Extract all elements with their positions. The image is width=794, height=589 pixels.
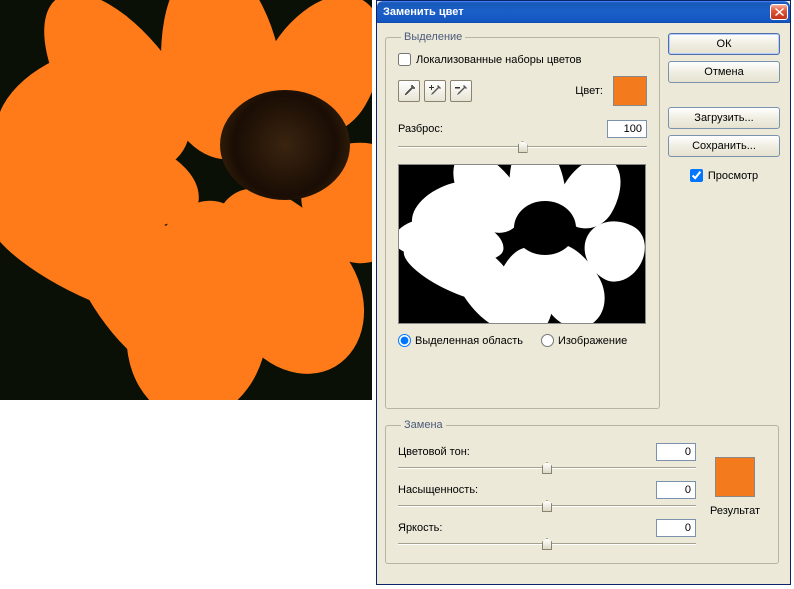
eyedropper-button[interactable]	[398, 80, 420, 102]
localized-colors-checkbox[interactable]	[398, 53, 411, 66]
hue-slider[interactable]	[398, 461, 696, 475]
eyedropper-plus-icon	[428, 84, 442, 98]
load-button[interactable]: Загрузить...	[668, 107, 780, 129]
radio-image-label: Изображение	[558, 335, 627, 347]
slider-thumb[interactable]	[542, 538, 552, 550]
hue-input[interactable]	[656, 443, 696, 461]
replace-color-dialog: Заменить цвет ОК Отмена Загрузить... Сох…	[376, 0, 791, 585]
dialog-title: Заменить цвет	[383, 6, 770, 18]
radio-selection-input[interactable]	[398, 334, 411, 347]
saturation-slider[interactable]	[398, 499, 696, 513]
selection-legend: Выделение	[401, 31, 465, 43]
eyedropper-add-button[interactable]	[424, 80, 446, 102]
result-color-swatch[interactable]	[715, 457, 755, 497]
background-photo	[0, 0, 372, 400]
selection-preview[interactable]	[398, 164, 646, 324]
save-button[interactable]: Сохранить...	[668, 135, 780, 157]
replace-fieldset: Замена Цветовой тон: Насыщенность:	[385, 419, 779, 564]
lightness-label: Яркость:	[398, 522, 498, 534]
radio-image[interactable]: Изображение	[541, 334, 627, 347]
preview-checkbox[interactable]	[690, 169, 703, 182]
dialog-button-column: ОК Отмена Загрузить... Сохранить... Прос…	[668, 33, 780, 182]
color-label: Цвет:	[575, 85, 603, 97]
ok-button[interactable]: ОК	[668, 33, 780, 55]
hue-label: Цветовой тон:	[398, 446, 498, 458]
result-label: Результат	[704, 505, 766, 517]
selected-color-swatch[interactable]	[613, 76, 647, 106]
eyedropper-subtract-button[interactable]	[450, 80, 472, 102]
radio-selection-label: Выделенная область	[415, 335, 523, 347]
replace-legend: Замена	[401, 419, 446, 431]
fuzziness-slider[interactable]	[398, 140, 647, 156]
saturation-input[interactable]	[656, 481, 696, 499]
localized-colors-label: Локализованные наборы цветов	[416, 54, 582, 66]
fuzziness-input[interactable]	[607, 120, 647, 138]
titlebar[interactable]: Заменить цвет	[377, 1, 790, 23]
cancel-button[interactable]: Отмена	[668, 61, 780, 83]
slider-thumb[interactable]	[518, 141, 528, 153]
slider-thumb[interactable]	[542, 500, 552, 512]
radio-image-input[interactable]	[541, 334, 554, 347]
radio-selection[interactable]: Выделенная область	[398, 334, 523, 347]
lightness-slider[interactable]	[398, 537, 696, 551]
close-button[interactable]	[770, 4, 788, 20]
lightness-input[interactable]	[656, 519, 696, 537]
eyedropper-icon	[402, 84, 416, 98]
close-icon	[775, 8, 784, 16]
saturation-label: Насыщенность:	[398, 484, 498, 496]
preview-label: Просмотр	[708, 170, 758, 182]
eyedropper-minus-icon	[454, 84, 468, 98]
fuzziness-label: Разброс:	[398, 123, 443, 135]
slider-thumb[interactable]	[542, 462, 552, 474]
selection-fieldset: Выделение Локализованные наборы цветов Ц…	[385, 31, 660, 409]
